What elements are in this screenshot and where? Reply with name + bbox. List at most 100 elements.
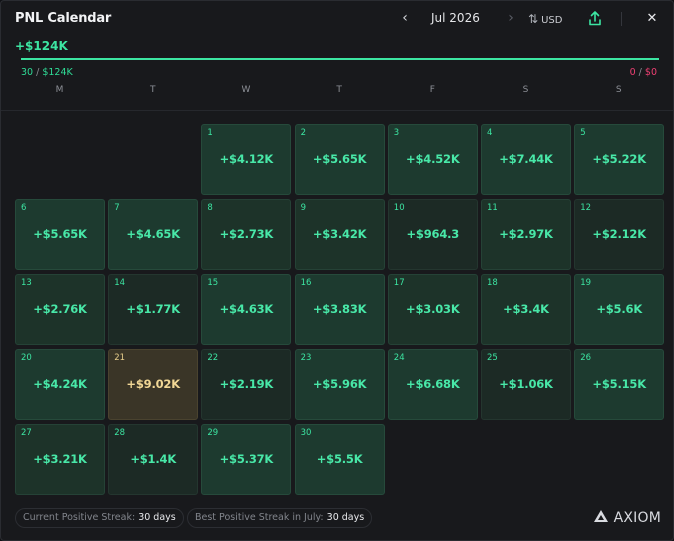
brand-name: AXIOM — [613, 510, 661, 526]
calendar-day-cell[interactable]: 12 +$2.12K — [574, 199, 665, 270]
day-number: 12 — [580, 203, 592, 213]
day-number: 23 — [300, 353, 312, 363]
day-number: 13 — [21, 278, 32, 288]
calendar-day-cell[interactable]: 7 +$4.65K — [108, 199, 199, 270]
calendar-day-cell[interactable]: 24 +$6.68K — [387, 349, 478, 420]
day-number: 1 — [207, 128, 213, 138]
calendar-day-cell[interactable]: 20 +$4.24K — [15, 349, 105, 420]
header: PNL Calendar ‹ Jul 2026 › ⇅ USD ✕ — [15, 9, 659, 29]
day-number: 16 — [300, 278, 312, 288]
calendar-day-cell[interactable]: 6 +$5.65K — [15, 199, 105, 270]
day-pnl-value: +$3.4K — [503, 302, 549, 316]
calendar-day-cell[interactable]: 18 +$3.4K — [481, 274, 571, 345]
best-streak-value: 30 days — [326, 512, 365, 523]
weekday-label: S — [615, 85, 622, 95]
calendar-day-cell[interactable]: 9 +$3.42K — [294, 199, 385, 270]
calendar-day-cell[interactable]: 3 +$4.52K — [387, 124, 478, 195]
day-pnl-value: +$5.15K — [592, 377, 646, 391]
weekday-header: MTWTFSS — [15, 85, 664, 99]
day-pnl-value: +$4.24K — [33, 377, 87, 391]
calendar-day-cell[interactable]: 19 +$5.6K — [574, 274, 665, 345]
day-pnl-value: +$2.19K — [219, 377, 274, 391]
chevron-left-icon[interactable]: ‹ — [397, 9, 413, 29]
calendar-day-cell[interactable]: 2 +$5.65K — [294, 124, 385, 195]
calendar-day-cell[interactable]: 15 +$4.63K — [201, 274, 292, 345]
best-streak-label: Best Positive Streak in July: — [195, 512, 324, 523]
calendar-day-cell[interactable]: 10 +$964.3 — [387, 199, 478, 270]
currency-label: USD — [541, 15, 563, 26]
day-number: 8 — [207, 203, 213, 213]
calendar-day-cell[interactable]: 23 +$5.96K — [294, 349, 385, 420]
calendar-day-cell[interactable]: 21 +$9.02K — [108, 349, 199, 420]
calendar-day-cell[interactable]: 16 +$3.83K — [294, 274, 385, 345]
day-pnl-value: +$2.12K — [592, 227, 646, 241]
day-pnl-value: +$5.65K — [33, 227, 87, 241]
positive-negative-bar — [21, 58, 659, 60]
weekday-label: W — [241, 85, 251, 95]
day-pnl-value: +$5.5K — [316, 452, 363, 466]
day-pnl-value: +$5.96K — [312, 377, 367, 391]
day-pnl-value: +$7.44K — [499, 152, 553, 166]
negative-sum: $0 — [644, 67, 657, 78]
calendar-day-cell[interactable]: 8 +$2.73K — [201, 199, 292, 270]
calendar-day-cell[interactable]: 11 +$2.97K — [481, 199, 571, 270]
day-number: 14 — [114, 278, 126, 288]
total-pnl: +$124K — [15, 39, 68, 53]
calendar-day-cell[interactable]: 30 +$5.5K — [294, 424, 385, 495]
day-pnl-value: +$5.6K — [596, 302, 643, 316]
day-number: 20 — [21, 353, 32, 363]
stats-separator: / — [33, 67, 43, 78]
day-pnl-value: +$6.68K — [406, 377, 460, 391]
day-number: 9 — [300, 203, 307, 213]
calendar-day-cell[interactable]: 17 +$3.03K — [387, 274, 478, 345]
day-number: 7 — [114, 203, 120, 213]
calendar-day-cell[interactable]: 13 +$2.76K — [15, 274, 105, 345]
day-number: 3 — [393, 128, 400, 138]
calendar-day-cell[interactable]: 27 +$3.21K — [15, 424, 105, 495]
chevron-right-icon[interactable]: › — [503, 9, 519, 29]
day-number: 24 — [393, 353, 405, 363]
day-number: 18 — [487, 278, 498, 288]
day-pnl-value: +$3.83K — [312, 302, 367, 316]
calendar-day-cell[interactable]: 26 +$5.15K — [574, 349, 665, 420]
calendar-day-cell[interactable]: 4 +$7.44K — [481, 124, 571, 195]
calendar-day-cell[interactable]: 1 +$4.12K — [201, 124, 292, 195]
current-streak-label: Current Positive Streak: — [23, 512, 136, 523]
sort-arrows-icon: ⇅ — [528, 12, 539, 26]
header-divider — [621, 12, 622, 26]
calendar-day-cell[interactable]: 25 +$1.06K — [481, 349, 571, 420]
day-pnl-value: +$5.22K — [592, 152, 646, 166]
weekday-divider — [1, 110, 673, 111]
calendar-day-cell[interactable]: 22 +$2.19K — [201, 349, 292, 420]
day-number: 25 — [487, 353, 498, 363]
day-pnl-value: +$964.3 — [406, 227, 460, 241]
share-upload-icon[interactable] — [587, 10, 603, 28]
weekday-label: F — [429, 85, 435, 95]
day-number: 22 — [207, 353, 219, 363]
calendar-day-cell[interactable]: 14 +$1.77K — [108, 274, 199, 345]
positive-sum: $124K — [42, 67, 73, 78]
day-pnl-value: +$2.97K — [499, 227, 553, 241]
best-streak-pill: Best Positive Streak in July: 30 days — [187, 508, 373, 528]
currency-toggle[interactable]: ⇅ USD — [528, 10, 562, 28]
close-icon[interactable]: ✕ — [645, 9, 659, 29]
weekday-label: T — [149, 85, 156, 95]
calendar-day-cell[interactable]: 29 +$5.37K — [201, 424, 292, 495]
weekday-label: T — [336, 85, 342, 95]
day-pnl-value: +$4.12K — [219, 152, 274, 166]
weekday-label: M — [55, 85, 64, 95]
day-pnl-value: +$1.77K — [126, 302, 180, 316]
day-number: 6 — [21, 203, 27, 213]
day-pnl-value: +$5.65K — [312, 152, 367, 166]
day-number: 19 — [580, 278, 592, 288]
panel-title: PNL Calendar — [15, 11, 112, 26]
calendar-day-cell[interactable]: 5 +$5.22K — [574, 124, 665, 195]
calendar-day-cell[interactable]: 28 +$1.4K — [108, 424, 199, 495]
day-number: 30 — [300, 428, 312, 438]
day-pnl-value: +$3.21K — [33, 452, 87, 466]
negative-stats: 0 / $0 — [630, 67, 657, 78]
positive-bar-fill — [21, 58, 659, 60]
weekday-label: S — [522, 85, 529, 95]
current-streak-pill: Current Positive Streak: 30 days — [15, 508, 184, 528]
stats-separator: / — [635, 67, 645, 78]
